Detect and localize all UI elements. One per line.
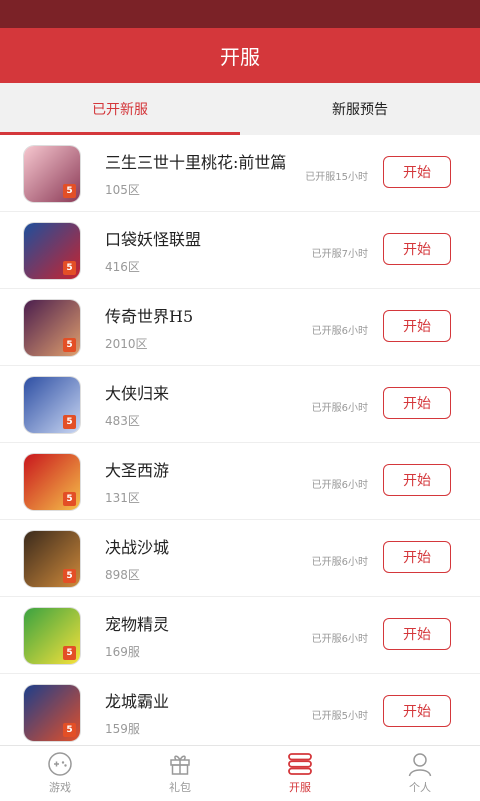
tab-label: 已开新服 [92, 102, 148, 118]
server-list[interactable]: 5 三生三世十里桃花:前世篇 105区 已开服15小时 开始 5 口袋妖怪联盟 416区 已开服… [0, 135, 480, 745]
server-row[interactable]: 5 决战沙城 898区 已开服6小时 开始 [0, 520, 480, 597]
start-button-label: 开始 [403, 627, 431, 643]
start-button[interactable]: 开始 [383, 541, 451, 573]
game-thumbnail[interactable]: 5 [24, 377, 80, 433]
game-name: 龙城霸业 [105, 692, 170, 711]
server-zone: 416区 [105, 260, 140, 274]
nav-item-games[interactable]: 游戏 [0, 746, 120, 801]
h5-badge: 5 [63, 261, 76, 275]
status-bar [0, 0, 480, 28]
server-row[interactable]: 5 大圣西游 131区 已开服6小时 开始 [0, 443, 480, 520]
game-name: 决战沙城 [105, 538, 170, 557]
game-thumbnail[interactable]: 5 [24, 685, 80, 741]
game-name: 大侠归来 [105, 384, 170, 403]
start-button[interactable]: 开始 [383, 310, 451, 342]
opened-time: 已开服5小时 [311, 711, 368, 722]
server-zone: 483区 [105, 414, 140, 428]
game-thumbnail[interactable]: 5 [24, 223, 80, 279]
start-button-label: 开始 [403, 473, 431, 489]
game-name: 宠物精灵 [105, 615, 170, 634]
start-button[interactable]: 开始 [383, 233, 451, 265]
game-name: 大圣西游 [105, 461, 170, 480]
tab-opened-servers[interactable]: 已开新服 [0, 83, 240, 135]
start-button-label: 开始 [403, 704, 431, 720]
game-name: 传奇世界H5 [105, 307, 194, 326]
start-button[interactable]: 开始 [383, 387, 451, 419]
start-button-label: 开始 [403, 319, 431, 335]
nav-label: 礼包 [169, 781, 191, 794]
nav-item-gifts[interactable]: 礼包 [120, 746, 240, 801]
opened-time: 已开服6小时 [311, 326, 368, 337]
game-name: 口袋妖怪联盟 [105, 230, 202, 249]
start-button-label: 开始 [403, 165, 431, 181]
nav-label: 个人 [409, 781, 431, 794]
server-zone: 131区 [105, 491, 140, 505]
opened-time: 已开服7小时 [311, 249, 368, 260]
start-button[interactable]: 开始 [383, 618, 451, 650]
h5-badge: 5 [63, 492, 76, 506]
server-row[interactable]: 5 宠物精灵 169服 已开服6小时 开始 [0, 597, 480, 674]
server-zone: 105区 [105, 183, 140, 197]
h5-badge: 5 [63, 184, 76, 198]
server-row[interactable]: 5 口袋妖怪联盟 416区 已开服7小时 开始 [0, 212, 480, 289]
server-icon [288, 753, 312, 775]
page-title-bar: 开服 [0, 28, 480, 83]
server-row[interactable]: 5 传奇世界H5 2010区 已开服6小时 开始 [0, 289, 480, 366]
page-title: 开服 [220, 45, 260, 69]
start-button-label: 开始 [403, 242, 431, 258]
server-zone: 159服 [105, 722, 140, 736]
server-row[interactable]: 5 大侠归来 483区 已开服6小时 开始 [0, 366, 480, 443]
server-row[interactable]: 5 三生三世十里桃花:前世篇 105区 已开服15小时 开始 [0, 135, 480, 212]
opened-time: 已开服6小时 [311, 403, 368, 414]
start-button-label: 开始 [403, 396, 431, 412]
game-thumbnail[interactable]: 5 [24, 454, 80, 510]
gift-icon [170, 755, 190, 775]
game-thumbnail[interactable]: 5 [24, 300, 80, 356]
nav-label: 游戏 [49, 781, 71, 794]
server-zone: 898区 [105, 568, 140, 582]
game-thumbnail[interactable]: 5 [24, 608, 80, 664]
start-button[interactable]: 开始 [383, 695, 451, 727]
nav-item-servers[interactable]: 开服 [240, 746, 360, 801]
gamepad-icon [48, 752, 72, 776]
h5-badge: 5 [63, 569, 76, 583]
tab-upcoming-servers[interactable]: 新服预告 [240, 83, 480, 135]
server-zone: 2010区 [105, 337, 148, 351]
opened-time: 已开服6小时 [311, 634, 368, 645]
start-button[interactable]: 开始 [383, 156, 451, 188]
tab-label: 新服预告 [332, 102, 388, 118]
tab-bar: 已开新服 新服预告 [0, 83, 480, 135]
person-icon [408, 753, 432, 777]
server-zone: 169服 [105, 645, 140, 659]
h5-badge: 5 [63, 723, 76, 737]
opened-time: 已开服6小时 [311, 557, 368, 568]
start-button[interactable]: 开始 [383, 464, 451, 496]
h5-badge: 5 [63, 415, 76, 429]
opened-time: 已开服6小时 [311, 480, 368, 491]
nav-item-profile[interactable]: 个人 [360, 746, 480, 801]
game-thumbnail[interactable]: 5 [24, 146, 80, 202]
game-name: 三生三世十里桃花:前世篇 [105, 153, 287, 172]
server-row[interactable]: 5 龙城霸业 159服 已开服5小时 开始 [0, 674, 480, 745]
nav-label: 开服 [289, 781, 311, 794]
game-thumbnail[interactable]: 5 [24, 531, 80, 587]
h5-badge: 5 [63, 338, 76, 352]
opened-time: 已开服15小时 [305, 172, 368, 183]
bottom-nav: 游戏 礼包 开服 个人 [0, 745, 480, 801]
start-button-label: 开始 [403, 550, 431, 566]
h5-badge: 5 [63, 646, 76, 660]
